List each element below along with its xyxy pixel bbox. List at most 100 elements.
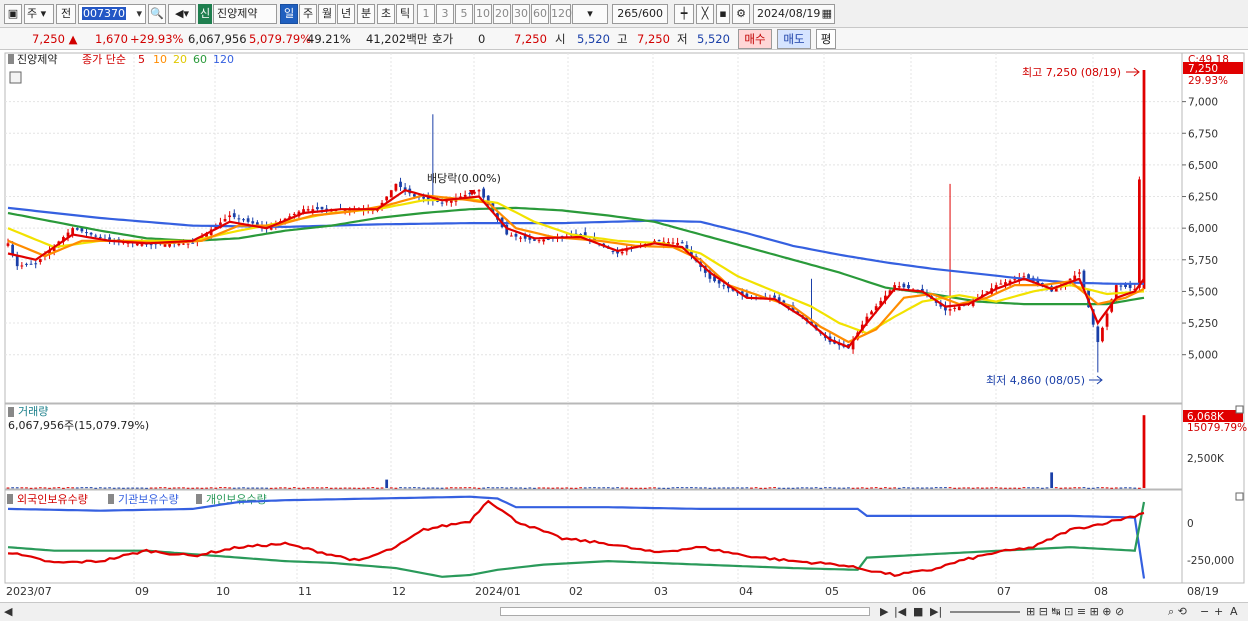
calculator-icon[interactable] [9,71,22,84]
scroll-right-icon[interactable]: ▶ [880,605,888,619]
volume-bar [205,487,208,489]
candle-body [399,181,402,188]
period-tab-3[interactable]: 년 [337,4,355,24]
volume-bar [694,487,698,489]
volume-bar [985,487,989,489]
interval-button-60[interactable]: 60 [531,4,549,24]
candle-body [519,237,522,239]
font-size-icon[interactable]: A [1230,605,1238,619]
stop-icon[interactable]: ■ [913,605,923,619]
avg-button[interactable]: 평 [816,29,836,49]
volume-bar [1013,487,1017,489]
volume-bar [98,487,102,489]
interval-button-3[interactable]: 3 [436,4,454,24]
interval-button-120[interactable]: 120 [550,4,572,24]
period-tab-6[interactable]: 틱 [396,4,414,24]
candle-body [902,283,906,288]
last-price: 7,250 [514,32,547,46]
volume-bar [357,487,361,489]
interval-button-30[interactable]: 30 [512,4,530,24]
volume-bar [957,487,961,489]
candle-body [186,243,190,245]
volume-title: 거래량 [18,405,48,418]
volume-bar [556,487,559,489]
candle-body [75,228,79,230]
prev-button[interactable]: 전 [56,4,76,24]
current-price-value: 7,250 [32,32,65,46]
stock-chart[interactable]: 진양제약 종가 단순 5 10 20 60 120 최고 7,250 (08/1… [0,50,1248,602]
volume-bar [971,487,975,489]
settings-gear-icon[interactable]: ⚙ [732,4,750,24]
volume-bar [1110,487,1114,489]
candle-body [907,284,910,289]
period-tab-4[interactable]: 분 [357,4,375,24]
period-tab-1[interactable]: 주 [299,4,317,24]
volume-bar [523,487,527,489]
candle-body [957,306,961,311]
interval-button-5[interactable]: 5 [455,4,473,24]
volume-pct: 5,079.79% [249,32,312,46]
volume-bar [34,487,38,489]
sell-button[interactable]: 매도 [777,29,811,49]
line-tool-icon[interactable]: ╳ [696,4,714,24]
volume-bar [653,487,656,489]
candle-type-icon[interactable]: ┿ [674,4,694,24]
candle-body [1022,276,1026,278]
volume-bar [473,487,476,489]
candle-body [422,196,425,199]
bar-count-field[interactable]: 265/600 [612,4,668,24]
zoom-in-icon[interactable]: + [1214,605,1223,619]
volume-bar [334,487,338,489]
holdings-institution-label: 기관보유수량 [118,493,179,506]
period-tab-2[interactable]: 월 [318,4,336,24]
candle-body [477,190,481,192]
volume-bar [366,487,370,489]
volume-bar [893,487,897,489]
scroll-end-icon[interactable]: ▶| [930,605,942,619]
scroll-start-icon[interactable]: |◀ [894,605,906,619]
buy-button[interactable]: 매수 [738,29,772,49]
volume-bar [1091,487,1095,489]
volume-bar [288,487,292,489]
x-axis-label-5: 2024/01 [475,585,521,598]
volume-bar [214,487,218,489]
window-icon[interactable]: ▣ [4,4,22,24]
volume-bar [1082,487,1086,489]
candle-body [182,243,185,245]
save-icon[interactable]: ▪ [716,4,730,24]
zoom-slider[interactable] [950,611,1020,613]
candle-body [20,265,24,267]
interval-button-1[interactable]: 1 [417,4,435,24]
holdings-panel-close-icon[interactable] [1235,492,1244,501]
price-axis-ticks: 7,000 6,750 6,500 6,250 6,000 5,750 5,500 5,250… [1182,97,1218,362]
interval-button-20[interactable]: 20 [493,4,511,24]
interval-button-10[interactable]: 10 [474,4,492,24]
interval-dropdown[interactable]: ▾ [572,4,608,24]
volume-bar [149,487,153,489]
dividend-annotation: 배당락(0.00%) [427,172,501,185]
high-value: 7,250 [637,32,670,46]
volume-bar [325,487,329,489]
period-tab-0[interactable]: 일 [280,4,298,24]
volume-bar [574,487,578,489]
date-picker[interactable]: 2024/08/19 ▦ [753,4,835,24]
volume-panel-close-icon[interactable] [1235,405,1244,414]
volume-bar [186,487,190,489]
stock-code-input[interactable]: 007370 ▾ [78,4,146,24]
market-select[interactable]: 주 ▾ [24,4,54,24]
search-icon[interactable]: 🔍 [148,4,166,24]
zoom-tools-icon[interactable]: ⌕ ⟲ [1168,605,1187,619]
volume-bar [431,487,435,489]
chart-scrollbar[interactable] [500,607,870,616]
volume-bar [773,487,776,489]
scroll-left-icon[interactable]: ◀ [4,605,12,619]
period-tab-5[interactable]: 초 [377,4,395,24]
zoom-out-icon[interactable]: − [1200,605,1209,619]
candle-body [25,263,28,265]
speaker-icon[interactable]: ◀▾ [168,4,196,24]
volume-bar [976,487,980,489]
volume-bar [140,487,144,489]
holdings-individual-label: 개인보유수량 [206,493,267,506]
volume-bar [265,487,268,489]
layout-icons[interactable]: ⊞ ⊟ ↹ ⊡ ≡ ⊞ ⊕ ⊘ [1026,605,1124,619]
